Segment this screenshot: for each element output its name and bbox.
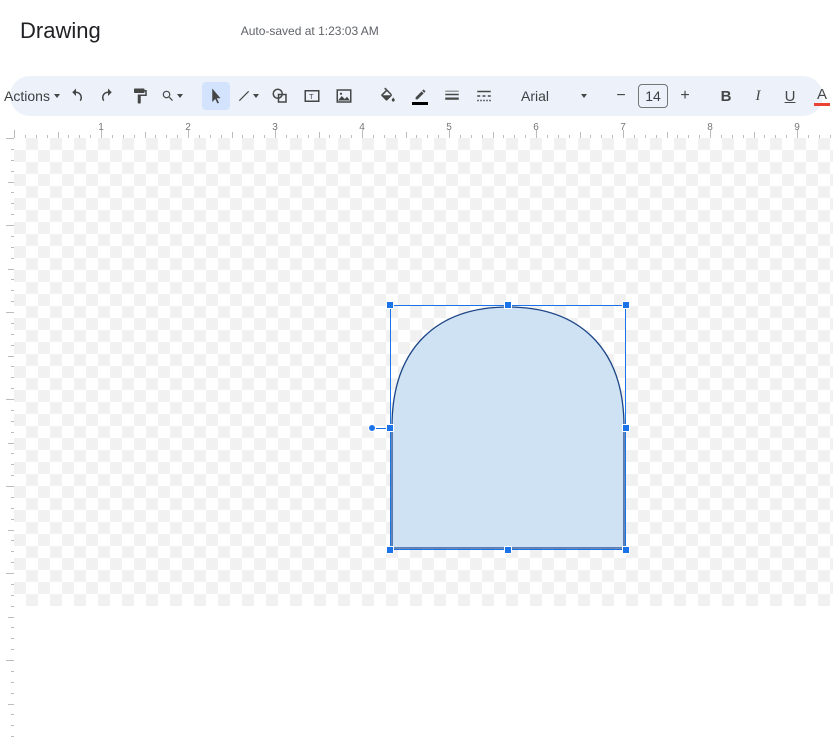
undo-button[interactable] (62, 82, 90, 110)
image-tool-button[interactable] (330, 82, 358, 110)
pencil-icon (412, 88, 428, 105)
underline-button[interactable]: U (776, 82, 804, 110)
resize-handle-br[interactable] (622, 546, 630, 554)
text-color-button[interactable]: A (808, 82, 833, 110)
canvas[interactable] (14, 138, 833, 606)
chevron-down-icon (253, 94, 259, 98)
selected-shape[interactable] (390, 305, 626, 550)
resize-handle-tr[interactable] (622, 301, 630, 309)
italic-label: I (756, 88, 761, 105)
paint-roller-icon (131, 87, 149, 105)
resize-handle-tm[interactable] (504, 301, 512, 309)
selection-box (390, 305, 626, 550)
zoom-icon (161, 87, 175, 105)
border-dash-button[interactable] (470, 82, 498, 110)
textbox-icon: T (303, 87, 321, 105)
line-icon (237, 87, 251, 105)
border-color-button[interactable] (406, 82, 434, 110)
actions-label: Actions (4, 88, 50, 104)
cursor-icon (207, 87, 225, 105)
font-family-label: Arial (521, 88, 549, 104)
redo-icon (99, 87, 117, 105)
border-dash-icon (475, 87, 493, 105)
ruler-vertical (0, 138, 14, 606)
zoom-button[interactable] (158, 82, 186, 110)
border-weight-icon (443, 87, 461, 105)
text-color-icon: A (814, 87, 830, 106)
resize-handle-tl[interactable] (386, 301, 394, 309)
underline-label: U (785, 88, 796, 105)
paint-format-button[interactable] (126, 82, 154, 110)
italic-button[interactable]: I (744, 82, 772, 110)
actions-menu-button[interactable]: Actions (18, 82, 46, 110)
redo-button[interactable] (94, 82, 122, 110)
bold-label: B (721, 88, 732, 105)
svg-text:T: T (309, 92, 314, 101)
font-size-input[interactable] (638, 84, 668, 108)
border-weight-button[interactable] (438, 82, 466, 110)
header: Drawing Auto-saved at 1:23:03 AM (0, 0, 833, 58)
adjust-handle[interactable] (368, 424, 376, 432)
shape-icon (271, 87, 289, 105)
autosave-status: Auto-saved at 1:23:03 AM (241, 24, 379, 38)
paint-bucket-icon (379, 87, 397, 105)
chevron-down-icon (177, 94, 183, 98)
bold-button[interactable]: B (712, 82, 740, 110)
ruler-horizontal: 123456789 (14, 120, 833, 138)
image-icon (335, 87, 353, 105)
chevron-down-icon (54, 94, 60, 98)
font-family-selector[interactable]: Arial (514, 82, 594, 110)
chevron-down-icon (581, 94, 587, 98)
fill-color-button[interactable] (374, 82, 402, 110)
textbox-tool-button[interactable]: T (298, 82, 326, 110)
increase-font-button[interactable]: + (674, 85, 696, 107)
resize-handle-mr[interactable] (622, 424, 630, 432)
select-tool-button[interactable] (202, 82, 230, 110)
resize-handle-bl[interactable] (386, 546, 394, 554)
shape-tool-button[interactable] (266, 82, 294, 110)
toolbar: Actions T (10, 76, 823, 116)
decrease-font-button[interactable]: − (610, 85, 632, 107)
line-tool-button[interactable] (234, 82, 262, 110)
font-size-group: − + (610, 84, 696, 108)
resize-handle-ml[interactable] (386, 424, 394, 432)
page-title: Drawing (20, 18, 101, 44)
resize-handle-bm[interactable] (504, 546, 512, 554)
undo-icon (67, 87, 85, 105)
